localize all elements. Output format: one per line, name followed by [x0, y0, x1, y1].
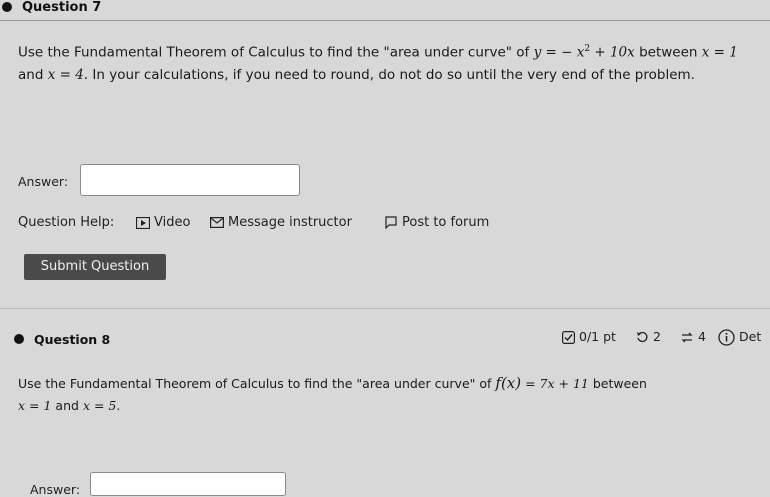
points-value: 0/1 pt — [579, 329, 616, 344]
question-status-dot — [2, 2, 12, 12]
envelope-icon — [210, 217, 224, 228]
question-7-title: Question 7 — [22, 0, 102, 15]
function-name: f(x) — [495, 374, 522, 392]
speech-bubble-icon — [385, 216, 397, 229]
message-instructor-label: Message instructor — [228, 215, 352, 230]
upper-bound: x = 5. — [82, 398, 121, 413]
prompt-text: Use the Fundamental Theorem of Calculus … — [18, 44, 530, 61]
question-8-attempts: 4 — [680, 328, 706, 346]
question-help-row: Question Help: Video Message instructor … — [18, 212, 578, 234]
answer-input[interactable] — [90, 472, 286, 496]
video-icon — [136, 216, 150, 229]
post-to-forum-label: Post to forum — [402, 215, 490, 230]
function-variable: y — [533, 44, 542, 61]
post-to-forum-link[interactable]: Post to forum — [384, 212, 489, 234]
info-icon — [718, 329, 735, 346]
rounding-instruction: In your calculations, if you need to rou… — [92, 66, 695, 83]
and-text: and — [18, 66, 44, 83]
function-equals: = — [545, 44, 557, 61]
retry-icon — [637, 331, 648, 343]
question-help-label: Question Help: — [18, 215, 115, 230]
video-link-label: Video — [154, 215, 191, 230]
retries-value: 2 — [653, 329, 661, 344]
message-instructor-link[interactable]: Message instructor — [210, 212, 352, 234]
between-text: between — [592, 376, 647, 391]
lower-bound: x = 1 — [701, 44, 738, 61]
video-link[interactable]: Video — [136, 212, 190, 234]
lower-bound: x = 1 — [18, 398, 52, 413]
question-status-dot — [14, 334, 24, 344]
attempts-icon — [681, 332, 693, 343]
question-separator — [0, 308, 770, 309]
question-7-prompt: Use the Fundamental Theorem of Calculus … — [18, 38, 766, 86]
answer-input[interactable] — [80, 164, 300, 196]
function-expression: = 7x + 11 — [525, 376, 589, 391]
question-8-points: 0/1 pt — [562, 328, 616, 346]
answer-label: Answer: — [30, 482, 81, 497]
question-8-retries: 2 — [636, 328, 661, 346]
and-text: and — [55, 398, 79, 413]
details-label: Det — [739, 329, 762, 344]
question-8-prompt: Use the Fundamental Theorem of Calculus … — [18, 372, 766, 417]
answer-label: Answer: — [18, 174, 69, 189]
upper-bound: x = 4. — [47, 66, 89, 83]
checkbox-icon — [562, 331, 575, 344]
function-term-a: − x — [561, 44, 585, 61]
question-8-title: Question 8 — [34, 332, 111, 347]
prompt-text: Use the Fundamental Theorem of Calculus … — [18, 376, 492, 391]
function-term-b: + 10x — [590, 44, 635, 61]
header-divider — [0, 20, 770, 21]
attempts-value: 4 — [698, 329, 706, 344]
question-8-details-link[interactable]: Det — [718, 328, 761, 346]
submit-question-button[interactable]: Submit Question — [24, 254, 166, 280]
between-text: between — [639, 44, 698, 61]
